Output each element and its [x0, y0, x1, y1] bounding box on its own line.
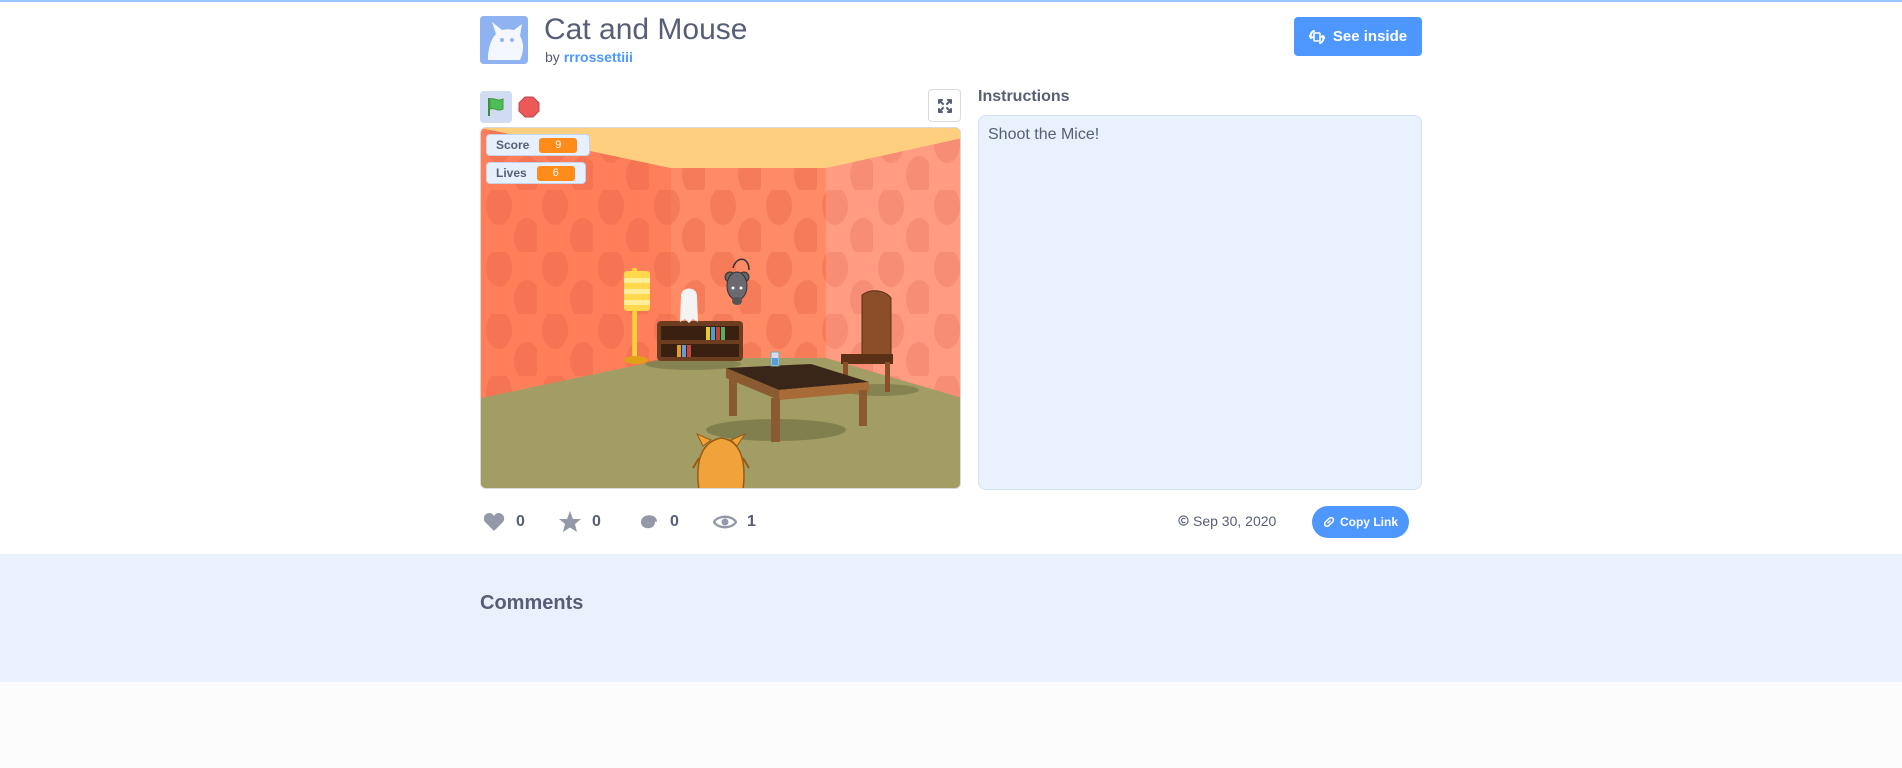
comments-section — [0, 554, 1902, 682]
project-byline: by rrrossettiii — [545, 49, 633, 65]
loves-stat[interactable]: 0 — [482, 508, 525, 536]
byline-prefix: by — [545, 49, 560, 65]
views-count: 1 — [747, 513, 756, 530]
copy-link-button[interactable]: Copy Link — [1312, 506, 1409, 538]
link-icon — [1323, 516, 1335, 528]
share-date-text: Sep 30, 2020 — [1193, 513, 1277, 529]
instructions-heading: Instructions — [978, 88, 1070, 105]
loves-count: 0 — [516, 513, 525, 530]
copy-link-label: Copy Link — [1339, 515, 1398, 529]
eye-icon — [713, 510, 737, 534]
lives-monitor: Lives 6 — [486, 162, 586, 184]
comments-heading: Comments — [480, 592, 584, 614]
project-title: Cat and Mouse — [544, 13, 748, 46]
instructions-text: Shoot the Mice! — [978, 115, 1422, 490]
fullscreen-icon — [937, 98, 952, 113]
score-monitor: Score 9 — [486, 134, 590, 156]
stop-button[interactable] — [518, 96, 540, 118]
stop-sign-icon — [518, 96, 540, 118]
lives-value: 6 — [536, 165, 575, 181]
lives-label: Lives — [496, 166, 527, 180]
remix-swirl-icon — [636, 510, 660, 534]
fullscreen-button[interactable] — [928, 89, 961, 122]
score-label: Score — [496, 138, 530, 152]
views-stat: 1 — [713, 508, 756, 536]
see-inside-button[interactable]: See inside — [1294, 17, 1422, 56]
heart-icon — [482, 510, 506, 534]
star-icon — [558, 510, 582, 534]
see-inside-label: See inside — [1332, 28, 1408, 45]
green-flag-icon — [488, 98, 504, 116]
remixes-stat: 0 — [636, 508, 679, 536]
green-flag-button[interactable] — [480, 91, 512, 123]
project-stage[interactable]: Score 9 Lives 6 — [480, 127, 961, 489]
remix-arrows-icon — [1308, 29, 1325, 44]
score-value: 9 — [539, 137, 578, 153]
share-date: Sep 30, 2020 — [1178, 513, 1276, 529]
copyright-icon — [1178, 513, 1189, 529]
project-thumbnail[interactable] — [480, 16, 528, 64]
remixes-count: 0 — [670, 513, 679, 530]
favorites-stat[interactable]: 0 — [558, 508, 601, 536]
cat-avatar-icon — [480, 16, 528, 64]
favorites-count: 0 — [592, 513, 601, 530]
author-link[interactable]: rrrossettiii — [564, 49, 633, 65]
